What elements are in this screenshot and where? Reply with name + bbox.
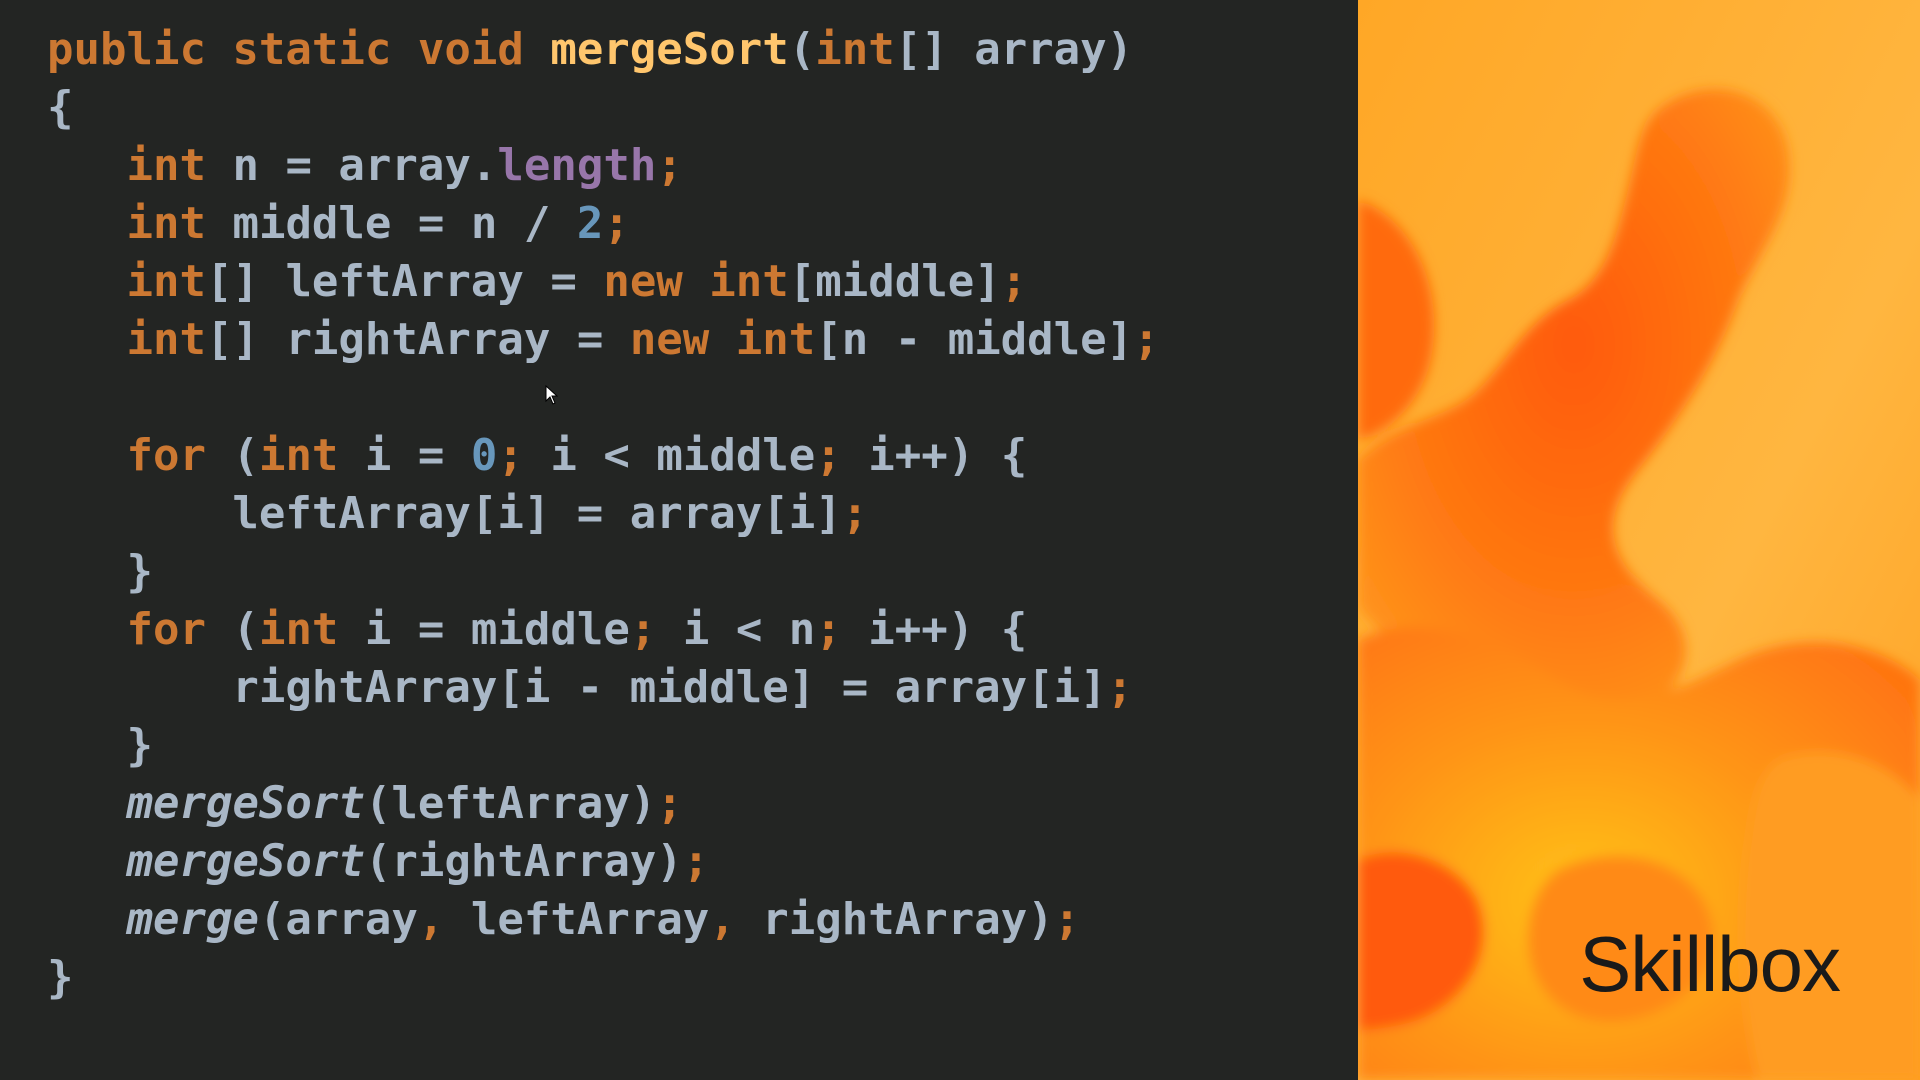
code-token-punct: ; — [1106, 662, 1134, 713]
code-token-fn: mergeSort — [550, 24, 789, 75]
code-token-plain: i = middle — [338, 604, 630, 655]
brand-artwork-panel: Skillbox — [1358, 0, 1920, 1080]
code-token-plain: (array — [258, 894, 418, 945]
code-token-punct: ; — [656, 778, 683, 829]
code-token-call: mergeSort — [126, 836, 365, 887]
code-line: merge(array, leftArray, rightArray); — [47, 891, 1160, 949]
code-token-punct: ; — [815, 430, 842, 481]
code-token-plain: } — [47, 952, 74, 1003]
code-token-punct: ; — [682, 836, 710, 887]
code-token-kw: int — [815, 24, 895, 75]
code-token-plain: n = array. — [205, 140, 498, 191]
code-line: { — [47, 79, 1160, 137]
code-token-plain: leftArray — [444, 894, 710, 945]
code-token-plain: ( — [205, 430, 259, 481]
code-line: } — [47, 949, 1160, 1007]
code-token-plain: i < n — [656, 604, 816, 655]
code-token-plain: { — [47, 82, 74, 133]
code-token-call: merge — [126, 894, 259, 945]
video-frame: public static void mergeSort(int[] array… — [0, 0, 1920, 1080]
code-line: } — [47, 543, 1160, 601]
code-token-plain: [] array) — [894, 24, 1134, 75]
code-line: mergeSort(rightArray); — [47, 833, 1160, 891]
code-panel: public static void mergeSort(int[] array… — [0, 0, 1358, 1080]
code-token-plain: ( — [788, 24, 816, 75]
code-token-plain: [] rightArray = — [205, 314, 630, 365]
code-token-plain: i < middle — [523, 430, 816, 481]
code-line: int middle = n / 2; — [47, 195, 1160, 253]
code-line: leftArray[i] = array[i]; — [47, 485, 1160, 543]
code-line: int n = array.length; — [47, 137, 1160, 195]
code-token-kw: int — [258, 430, 339, 481]
code-line: int[] rightArray = new int[n - middle]; — [47, 311, 1160, 369]
code-token-kw: int — [126, 198, 206, 249]
code-token-call: mergeSort — [126, 778, 365, 829]
code-token-plain: rightArray) — [735, 894, 1054, 945]
code-line: for (int i = 0; i < middle; i++) { — [47, 427, 1160, 485]
code-token-plain: rightArray[i - middle] = array[i] — [47, 662, 1107, 713]
code-token-kw: int — [258, 604, 339, 655]
orange-blob-artwork — [1358, 0, 1920, 1080]
code-token-punct: ; — [1000, 256, 1028, 307]
code-token-kw: int — [126, 140, 206, 191]
code-token-kw: for — [126, 430, 206, 481]
code-token-punct: ; — [629, 604, 657, 655]
code-block: public static void mergeSort(int[] array… — [47, 21, 1160, 1007]
code-token-kw: int — [126, 314, 206, 365]
skillbox-logo: Skillbox — [1579, 920, 1841, 1008]
code-token-plain: (leftArray) — [364, 778, 657, 829]
code-line: } — [47, 717, 1160, 775]
code-token-punct: , — [417, 894, 445, 945]
code-token-punct: ; — [841, 488, 869, 539]
code-token-punct: ; — [815, 604, 842, 655]
code-token-plain: i++) { — [841, 604, 1028, 655]
code-token-plain: (rightArray) — [364, 836, 683, 887]
code-token-kw: for — [126, 604, 206, 655]
code-token-kw: new int — [603, 256, 789, 307]
code-token-kw: int — [126, 256, 206, 307]
code-token-plain: i++) { — [841, 430, 1028, 481]
code-token-plain: [middle] — [788, 256, 1001, 307]
code-token-plain: [n - middle] — [815, 314, 1134, 365]
code-token-plain: } — [47, 546, 153, 597]
code-token-punct: ; — [497, 430, 524, 481]
mouse-pointer-icon — [545, 385, 559, 405]
code-token-kw: public static void — [47, 24, 551, 75]
code-token-plain: middle = n / — [205, 198, 577, 249]
code-token-punct: ; — [603, 198, 630, 249]
code-token-plain: } — [47, 720, 153, 771]
code-token-plain: i = — [338, 430, 471, 481]
code-token-plain: [] leftArray = — [205, 256, 604, 307]
code-token-kw: new int — [629, 314, 816, 365]
code-token-punct: ; — [1133, 314, 1160, 365]
code-token-punct: ; — [1053, 894, 1081, 945]
code-token-punct: , — [709, 894, 736, 945]
code-token-punct: ; — [656, 140, 683, 191]
code-token-field: length — [497, 140, 657, 191]
code-token-num: 2 — [576, 198, 604, 249]
code-line: mergeSort(leftArray); — [47, 775, 1160, 833]
code-line: rightArray[i - middle] = array[i]; — [47, 659, 1160, 717]
code-token-plain: ( — [205, 604, 259, 655]
code-token-plain: leftArray[i] = array[i] — [47, 488, 842, 539]
code-line: for (int i = middle; i < n; i++) { — [47, 601, 1160, 659]
code-token-num: 0 — [470, 430, 498, 481]
code-line: public static void mergeSort(int[] array… — [47, 21, 1160, 79]
code-line: int[] leftArray = new int[middle]; — [47, 253, 1160, 311]
